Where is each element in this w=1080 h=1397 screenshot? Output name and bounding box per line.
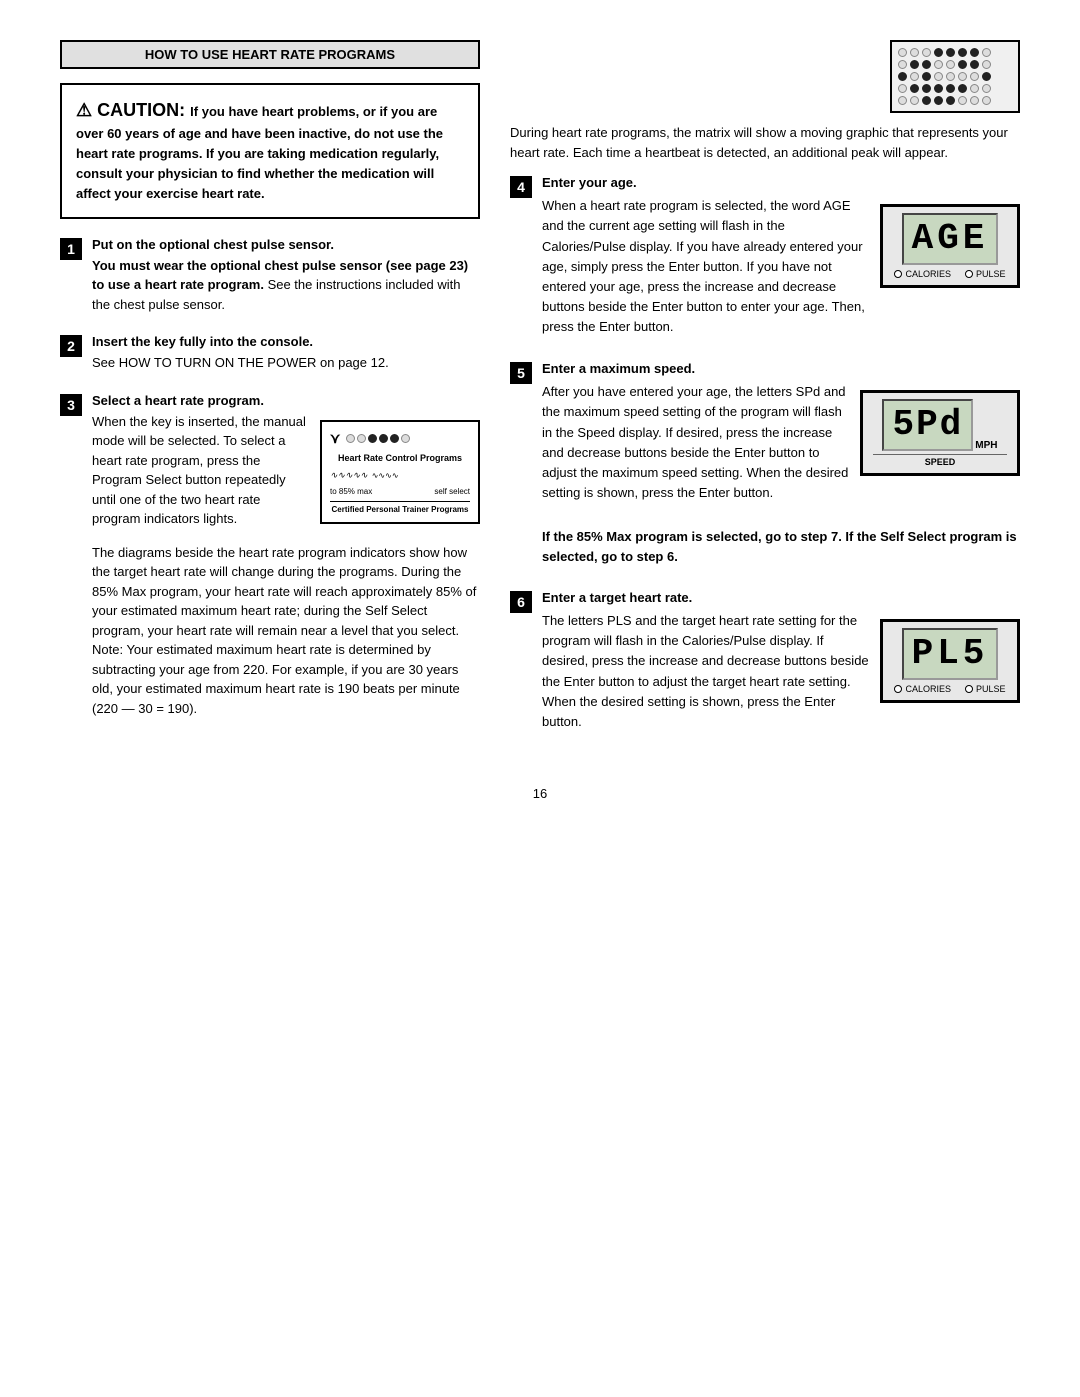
speed-digits-wrap: 5Pd MPH (873, 399, 1007, 451)
step-4-body-wrap: AGE CALORIES PULSE (542, 196, 1020, 349)
age-display: AGE CALORIES PULSE (880, 196, 1020, 296)
step-1-body: You must wear the optional chest pulse s… (92, 256, 480, 315)
age-digits: AGE (902, 213, 999, 265)
step-2: 2 Insert the key fully into the console.… (60, 334, 480, 379)
speed-lcd: 5Pd MPH SPEED (860, 390, 1020, 476)
step-4-content: Enter your age. AGE CALORIES (542, 175, 1020, 349)
hr-wave-wrap: ∿∿∿∿∿ ∿∿∿∿ (330, 469, 470, 483)
pls-calories-item: CALORIES (894, 684, 951, 694)
hr-labels: to 85% max self select (330, 486, 470, 498)
right-step-4: 4 Enter your age. AGE CALORIES (510, 175, 1020, 349)
matrix-row-3 (898, 72, 1012, 81)
console-dots (346, 434, 410, 443)
pls-calories-label: CALORIES (905, 684, 951, 694)
pls-display: PL5 CALORIES PULSE (880, 611, 1020, 711)
pls-pulse-item: PULSE (965, 684, 1006, 694)
step-number-6: 6 (510, 591, 532, 613)
age-lcd: AGE CALORIES PULSE (880, 204, 1020, 288)
step-2-title: Insert the key fully into the console. (92, 334, 480, 349)
right-intro-para: During heart rate programs, the matrix w… (510, 123, 1020, 163)
matrix-row-5 (898, 96, 1012, 105)
matrix-display (890, 40, 1020, 113)
mph-label: MPH (975, 440, 997, 451)
step-2-content: Insert the key fully into the console. S… (92, 334, 480, 379)
calories-label-item: CALORIES (894, 269, 951, 279)
pulse-circle (965, 270, 973, 278)
pls-calories-circle (894, 685, 902, 693)
step-5-content: Enter a maximum speed. 5Pd MPH SPEED (542, 361, 1020, 578)
section-title: HOW TO USE HEART RATE PROGRAMS (145, 47, 395, 62)
calories-label: CALORIES (905, 269, 951, 279)
matrix-row-4 (898, 84, 1012, 93)
step-6-body-wrap: PL5 CALORIES PULSE (542, 611, 1020, 744)
calories-circle (894, 270, 902, 278)
pls-pulse-circle (965, 685, 973, 693)
step-3-title: Select a heart rate program. (92, 393, 480, 408)
step-6-content: Enter a target heart rate. PL5 CALORIES (542, 590, 1020, 744)
step-3-img-wrap: When the key is inserted, the manual mod… (92, 412, 480, 535)
step-3-content: Select a heart rate program. When the ke… (92, 393, 480, 725)
caution-box: ⚠ CAUTION: If you have heart problems, o… (60, 83, 480, 219)
pls-digits: PL5 (902, 628, 999, 680)
hr-wave-label: ∿∿∿∿∿ (330, 469, 368, 483)
pls-lcd: PL5 CALORIES PULSE (880, 619, 1020, 703)
step-3-text: When the key is inserted, the manual mod… (92, 412, 310, 535)
pulse-label-item: PULSE (965, 269, 1006, 279)
step-3-body: When the key is inserted, the manual mod… (92, 412, 480, 719)
step-2-body: See HOW TO TURN ON THE POWER on page 12. (92, 353, 480, 373)
step-4-title: Enter your age. (542, 175, 1020, 190)
step-1: 1 Put on the optional chest pulse sensor… (60, 237, 480, 321)
page-content: HOW TO USE HEART RATE PROGRAMS ⚠ CAUTION… (60, 40, 1020, 756)
section-header: HOW TO USE HEART RATE PROGRAMS (60, 40, 480, 69)
hr-label-left: to 85% max (330, 486, 372, 498)
step-3: 3 Select a heart rate program. When the … (60, 393, 480, 725)
right-step-5: 5 Enter a maximum speed. 5Pd MPH SPEED (510, 361, 1020, 578)
pulse-label: PULSE (976, 269, 1006, 279)
step-number-5: 5 (510, 362, 532, 384)
caution-title: ⚠ CAUTION: (76, 100, 190, 120)
hr-program-title: Heart Rate Control Programs (330, 452, 470, 466)
step-number-4: 4 (510, 176, 532, 198)
step-1-content: Put on the optional chest pulse sensor. … (92, 237, 480, 321)
matrix-row-2 (898, 60, 1012, 69)
step-6-title: Enter a target heart rate. (542, 590, 1020, 605)
step-1-title: Put on the optional chest pulse sensor. (92, 237, 480, 252)
pls-labels: CALORIES PULSE (893, 684, 1007, 694)
right-step-6: 6 Enter a target heart rate. PL5 CAL (510, 590, 1020, 744)
right-column: During heart rate programs, the matrix w… (510, 40, 1020, 756)
step-number-2: 2 (60, 335, 82, 357)
hr-label-right: self select (434, 486, 470, 498)
hr-wave-self: ∿∿∿∿ (372, 470, 399, 482)
speed-bottom-label: SPEED (873, 454, 1007, 467)
step-5-instruction: If the 85% Max program is selected, go t… (542, 527, 1020, 566)
left-column: HOW TO USE HEART RATE PROGRAMS ⚠ CAUTION… (60, 40, 480, 756)
pls-pulse-label: PULSE (976, 684, 1006, 694)
matrix-display-wrap (510, 40, 1020, 113)
step-5-title: Enter a maximum speed. (542, 361, 1020, 376)
age-labels: CALORIES PULSE (893, 269, 1007, 279)
hr-certified-label: Certified Personal Trainer Programs (330, 501, 470, 516)
console-arrow-icon: ⋎ (330, 428, 340, 449)
speed-digits: 5Pd (882, 399, 973, 451)
right-intro-text: During heart rate programs, the matrix w… (510, 125, 1008, 160)
step-3-image: ⋎ (320, 412, 480, 524)
hr-program-box: ⋎ (320, 420, 480, 524)
page-wrapper: HOW TO USE HEART RATE PROGRAMS ⚠ CAUTION… (60, 40, 1020, 801)
matrix-row-1 (898, 48, 1012, 57)
step-5-body-wrap: 5Pd MPH SPEED After you have entered you… (542, 382, 1020, 515)
warning-icon: ⚠ (76, 100, 92, 120)
page-number: 16 (60, 786, 1020, 801)
step-number-3: 3 (60, 394, 82, 416)
step-number-1: 1 (60, 238, 82, 260)
speed-display: 5Pd MPH SPEED (860, 382, 1020, 484)
